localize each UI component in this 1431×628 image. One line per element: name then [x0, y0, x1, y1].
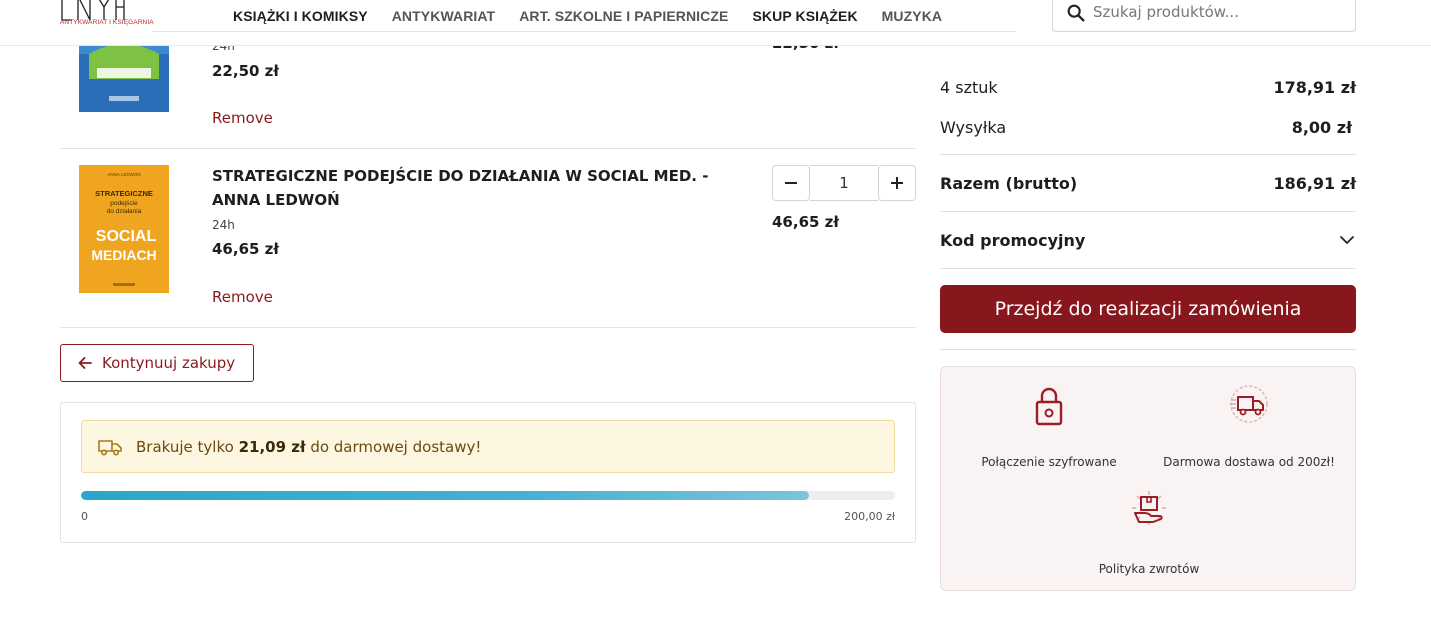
svg-text:ANNA LEDWOŃ: ANNA LEDWOŃ	[107, 171, 140, 177]
svg-text:STRATEGICZNE: STRATEGICZNE	[95, 189, 153, 198]
delivery-truck-icon	[1230, 385, 1268, 423]
site-logo[interactable]: ANTYKWARIAT I KSIĘGARNIA	[60, 0, 154, 36]
progress-min-label: 0	[81, 510, 88, 523]
free-shipping-progress	[81, 491, 895, 500]
nav-item-book-buyback[interactable]: SKUP KSIĄŻEK	[752, 8, 857, 24]
missing-amount: 21,09 zł	[238, 437, 306, 456]
remove-item-link[interactable]: Remove	[212, 288, 273, 306]
trust-label: Darmowa dostawa od 200zł!	[1163, 455, 1335, 469]
minus-icon	[785, 182, 797, 184]
nav-item-antiquarian[interactable]: ANTYKWARIAT	[392, 8, 496, 24]
summary-total-row: Razem (brutto) 186,91 zł	[940, 172, 1356, 194]
nav-item-music[interactable]: MUZYKA	[882, 8, 942, 24]
remove-item-link[interactable]: Remove	[212, 109, 273, 127]
quantity-input[interactable]	[810, 165, 878, 201]
return-package-icon	[1132, 491, 1166, 525]
chevron-down-icon	[1340, 236, 1354, 244]
trust-label: Polityka zwrotów	[1098, 562, 1200, 576]
shipping-label: Wysyłka	[940, 117, 1007, 137]
shipping-cost: 8,00 zł	[1291, 117, 1352, 137]
summary-items-row: 4 sztuk 178,91 zł	[940, 76, 1356, 98]
availability-label: 24h	[212, 218, 235, 232]
summary-shipping-row: Wysyłka 8,00 zł	[940, 116, 1356, 138]
total-label: Razem (brutto)	[940, 173, 1078, 193]
trust-badge-free-delivery: Darmowa dostawa od 200zł!	[1149, 385, 1349, 469]
divider	[940, 349, 1356, 350]
arrow-left-icon	[78, 357, 92, 369]
checkout-button[interactable]: Przejdź do realizacji zamówienia	[940, 285, 1356, 333]
trust-label: Połączenie szyfrowane	[981, 455, 1117, 469]
product-title[interactable]: STRATEGICZNE PODEJŚCIE DO DZIAŁANIA W SO…	[212, 164, 742, 212]
book-cover[interactable]: ANNA LEDWOŃ STRATEGICZNE podejście do dz…	[79, 165, 169, 293]
free-shipping-message: Brakuje tylko 21,09 zł do darmowej dosta…	[136, 437, 482, 456]
continue-shopping-label: Kontynuuj zakupy	[102, 354, 236, 372]
divider	[940, 268, 1356, 269]
svg-text:do działania: do działania	[107, 208, 142, 215]
decrease-quantity-button[interactable]	[772, 165, 810, 201]
trust-badge-returns: Polityka zwrotów	[1049, 489, 1249, 576]
search-input[interactable]	[1093, 0, 1348, 25]
free-shipping-panel: Brakuje tylko 21,09 zł do darmowej dosta…	[60, 402, 916, 543]
search-icon[interactable]	[1065, 2, 1087, 24]
svg-text:MEDIACH: MEDIACH	[91, 247, 156, 263]
divider	[940, 154, 1356, 155]
quantity-stepper	[772, 165, 916, 201]
progress-max-label: 200,00 zł	[844, 510, 895, 523]
total-value: 186,91 zł	[1273, 173, 1356, 193]
logo-text: ANTYKWARIAT I KSIĘGARNIA	[60, 19, 154, 26]
line-total: 46,65 zł	[772, 213, 839, 231]
promo-code-toggle[interactable]: Kod promocyjny	[940, 228, 1356, 252]
svg-text:SOCIAL: SOCIAL	[96, 228, 157, 245]
trust-badges-panel: Połączenie szyfrowane Darmowa dostawa od…	[940, 366, 1356, 591]
unit-price: 46,65 zł	[212, 240, 279, 258]
items-subtotal: 178,91 zł	[1273, 77, 1356, 97]
site-header: ANTYKWARIAT I KSIĘGARNIA KSIĄŻKI I KOMIK…	[0, 0, 1431, 46]
increase-quantity-button[interactable]	[878, 165, 916, 201]
progress-fill	[81, 491, 810, 500]
unit-price: 22,50 zł	[212, 62, 279, 80]
items-count-label: 4 sztuk	[940, 77, 998, 97]
nav-item-books-comics[interactable]: KSIĄŻKI I KOMIKSY	[233, 8, 368, 24]
trust-badge-secure: Połączenie szyfrowane	[949, 385, 1149, 469]
delivery-truck-icon	[98, 439, 122, 456]
divider	[940, 211, 1356, 212]
main-nav: KSIĄŻKI I KOMIKSY ANTYKWARIAT ART. SZKOL…	[152, 0, 1016, 32]
nav-item-school-stationery[interactable]: ART. SZKOLNE I PAPIERNICZE	[519, 8, 728, 24]
promo-code-label: Kod promocyjny	[940, 230, 1086, 250]
continue-shopping-button[interactable]: Kontynuuj zakupy	[60, 344, 254, 382]
svg-text:podejście: podejście	[110, 200, 138, 207]
cart-item: ANNA LEDWOŃ STRATEGICZNE podejście do dz…	[60, 149, 916, 328]
plus-icon	[891, 177, 903, 189]
search-box	[1052, 0, 1356, 32]
lock-icon	[1035, 387, 1063, 426]
free-shipping-alert: Brakuje tylko 21,09 zł do darmowej dosta…	[81, 420, 895, 473]
